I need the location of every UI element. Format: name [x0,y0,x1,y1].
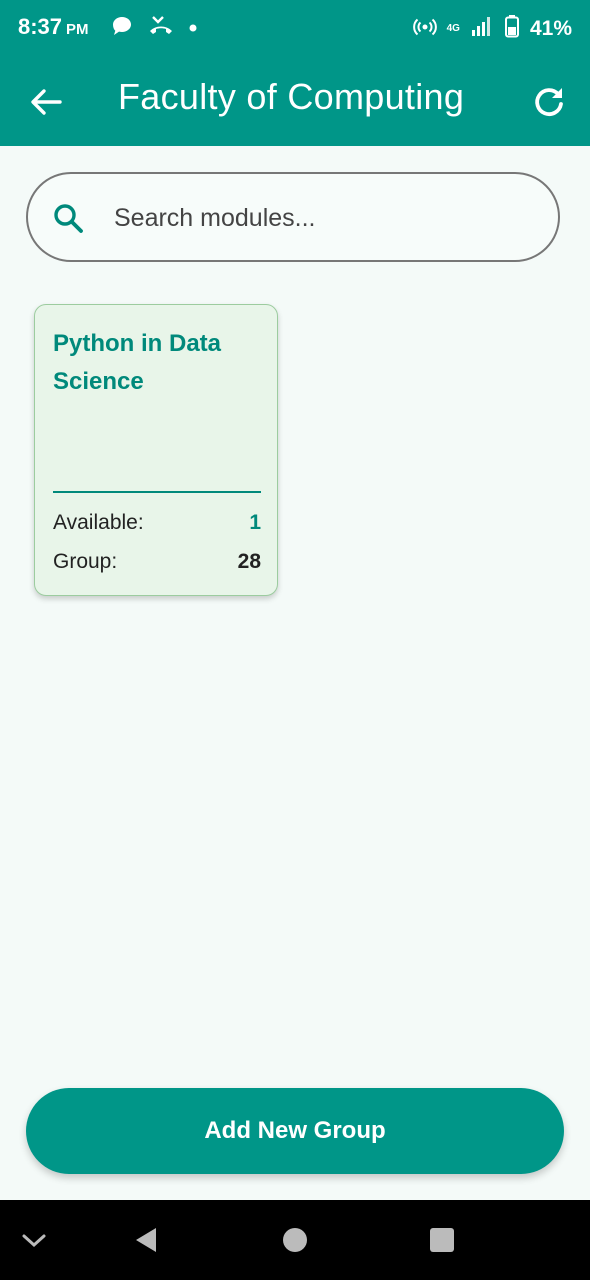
clock-ampm: PM [66,21,89,38]
available-label: Available: [53,511,144,534]
home-circle-icon [283,1228,307,1252]
module-title: Python in Data Science [53,330,222,395]
group-row: Group: 28 [53,550,261,574]
chevron-down-icon [22,1234,46,1248]
network-type: 4G [446,22,460,34]
system-status: 4G 41% [412,14,572,43]
nav-home-button[interactable] [275,1220,315,1260]
page-title: Faculty of Computing [118,76,465,117]
refresh-button[interactable] [526,80,570,124]
dot-icon [188,20,198,38]
notification-icons [110,14,198,43]
signal-icon [470,14,494,43]
battery-level: 41% [529,16,572,40]
available-row: Available: 1 [53,511,261,535]
missed-call-icon [148,14,174,43]
module-card[interactable]: Python in Data Science Available: 1 Grou… [34,304,278,596]
refresh-icon [535,88,563,116]
group-value: 28 [237,550,261,573]
status-bar: 8:37 PM 4G 41% [0,0,590,56]
card-divider [53,491,261,493]
recents-square-icon [430,1228,454,1252]
back-button[interactable] [24,80,68,124]
arrow-left-icon [31,89,62,115]
search-bar[interactable] [26,172,560,262]
battery-icon [504,14,520,43]
system-nav-bar [0,1200,590,1280]
nav-hide-button[interactable] [14,1220,54,1260]
back-triangle-icon [136,1228,156,1252]
available-value: 1 [249,511,261,534]
search-icon [54,204,83,233]
chat-bubble-icon [110,14,134,43]
clock-time: 8:37 [18,14,63,39]
nav-recents-button[interactable] [422,1220,462,1260]
add-new-group-button[interactable]: Add New Group [26,1088,564,1174]
group-label: Group: [53,550,118,573]
search-input[interactable] [112,196,536,240]
hotspot-icon [412,14,437,43]
nav-back-button[interactable] [126,1220,166,1260]
status-time: 8:37 PM [18,14,89,40]
app-bar: Faculty of Computing [0,56,590,146]
